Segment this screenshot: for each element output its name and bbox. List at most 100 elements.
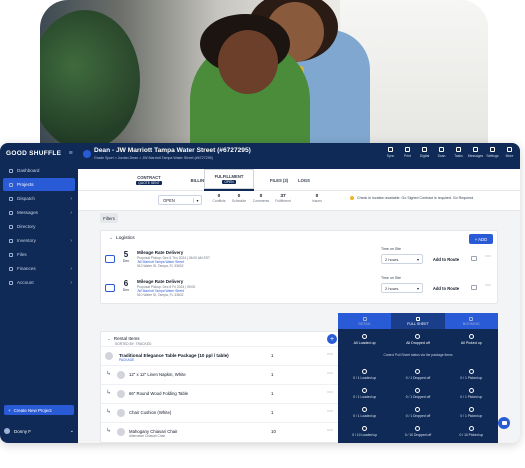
circle-checkbox-icon xyxy=(362,369,368,374)
time-on-site-label: Time on Site xyxy=(381,247,402,251)
toolbar-button[interactable]: Settings xyxy=(486,147,499,158)
status-text: 0 / 1 Loaded up xyxy=(353,395,377,399)
column-toggle[interactable]: All Dropped off xyxy=(391,331,444,347)
sidebar-item[interactable]: Finances › xyxy=(3,262,75,275)
user-menu[interactable]: Donny F ⌄ xyxy=(4,426,74,436)
sidebar-item[interactable]: Inventory › xyxy=(3,234,75,247)
sidebar-item[interactable]: Dashboard xyxy=(3,164,75,177)
project-tab[interactable]: LOGS xyxy=(279,169,329,191)
delivery-details[interactable]: Mileage Rate Delivery Proposal Pickup: De… xyxy=(137,250,210,268)
more-icon[interactable]: ⋯ xyxy=(485,253,491,260)
app-logo[interactable]: GOOD SHUFFLE ≡ xyxy=(0,143,78,163)
time-on-site-select[interactable]: 2 hours ▾ xyxy=(381,254,423,264)
warning-text: Check in location available. Go Signed C… xyxy=(357,196,474,200)
sidebar-item[interactable]: Dispatch › xyxy=(3,192,75,205)
sidebar-item[interactable]: Messages › xyxy=(3,206,75,219)
fulfillment-tab-label: DETAIL xyxy=(358,321,371,326)
toolbar-button[interactable]: Digital xyxy=(418,147,431,158)
column-label: All Dropped off xyxy=(406,340,430,345)
project-status-select[interactable]: OPEN ▾ xyxy=(158,195,202,205)
toolbar-button[interactable]: Scan xyxy=(435,147,448,158)
menu-icon[interactable]: ≡ xyxy=(69,150,73,157)
item-row: ↳ Mahogany Chiavari Chair Alternative Chia… xyxy=(101,422,341,441)
fulfillment-tab[interactable]: DETAIL xyxy=(338,313,392,329)
item-name[interactable]: Mahogany Chiavari Chair Alternative Chiav… xyxy=(129,429,177,438)
status-toggle[interactable]: 0 / 1 Picked up xyxy=(445,403,498,422)
message-icon[interactable] xyxy=(471,256,477,261)
toolbar-button[interactable]: Messages xyxy=(468,147,483,158)
header-toolbar: Sync Print Digital Scan Tasks Messages Setting… xyxy=(384,147,516,158)
item-quantity: 1 xyxy=(271,353,274,358)
sidebar-item[interactable]: Directory xyxy=(3,220,75,233)
toolbar-button[interactable]: Tasks xyxy=(452,147,465,158)
item-row: ↳ Chair Cushion (White) 1 ⋯ xyxy=(101,403,341,422)
item-subtext: PACKAGE xyxy=(119,358,135,362)
metric-label: Comments xyxy=(252,199,270,203)
column-label: All Loaded up xyxy=(353,340,376,345)
date-month: Dec xyxy=(122,259,130,263)
circle-checkbox-icon xyxy=(415,407,421,412)
status-toggle[interactable]: 0 / 1 Dropped off xyxy=(391,384,444,403)
status-toggle[interactable]: 0 / 1 Loaded up xyxy=(338,403,391,422)
project-tab[interactable]: FULFILLMENT OPEN xyxy=(204,169,254,191)
item-name[interactable]: Chair Cushion (White) xyxy=(129,410,171,415)
project-tab[interactable]: CONTRACT QUOTE SENT xyxy=(124,169,174,191)
item-name[interactable]: Traditional Elegance Table Package (10 p… xyxy=(119,353,229,362)
breadcrumb[interactable]: Grade Sport > Jordan Dean > JW Marriott … xyxy=(94,156,213,160)
status-text: 0 / 1 Picked up xyxy=(460,376,483,380)
status-toggle[interactable]: 0 / 1 Dropped off xyxy=(391,403,444,422)
add-item-button[interactable]: + xyxy=(327,334,337,344)
chevron-down-icon[interactable]: ⌄ xyxy=(109,236,113,241)
fulfillment-tab[interactable]: BOOKING xyxy=(444,313,498,329)
toolbar-button[interactable]: More xyxy=(503,147,516,158)
filters-button[interactable]: Filters xyxy=(100,213,118,223)
status-toggle[interactable]: 0 / 10 Picked up xyxy=(445,422,498,441)
project-tabs: CONTRACT QUOTE SENT BILLING FULFILLMENT OPEN… xyxy=(78,169,520,191)
status-toggle[interactable]: 0 / 1 Dropped off xyxy=(391,365,444,384)
more-icon[interactable]: ⋯ xyxy=(327,351,333,358)
delivery-details[interactable]: Mileage Rate Delivery Proposal Pickup: De… xyxy=(137,279,195,297)
item-quantity: 1 xyxy=(271,410,274,415)
status-toggle[interactable]: 0 / 1 Loaded up xyxy=(338,365,391,384)
item-name-text: Chair Cushion (White) xyxy=(129,410,172,415)
more-icon[interactable]: ⋯ xyxy=(485,282,491,289)
toolbar-button[interactable]: Sync xyxy=(384,147,397,158)
status-toggle[interactable]: 0 / 10 Dropped off xyxy=(391,422,444,441)
chat-icon[interactable] xyxy=(498,417,510,429)
add-to-route-button[interactable]: Add to Route xyxy=(431,254,461,264)
item-quantity: 1 xyxy=(271,372,274,377)
more-icon[interactable]: ⋯ xyxy=(327,408,333,415)
more-icon[interactable]: ⋯ xyxy=(327,389,333,396)
item-name[interactable]: 12" x 12" Linen Napkin, White xyxy=(129,372,186,377)
status-bar: OPEN ▾ 0 Conflicts 0 Schedule 0 Comments 37 Ful… xyxy=(78,191,520,211)
chevron-down-icon: ▾ xyxy=(193,197,201,203)
status-toggle[interactable]: 0 / 10 Loaded up xyxy=(338,422,391,441)
date-day: 6 xyxy=(123,279,129,288)
column-toggle[interactable]: All Picked up xyxy=(445,331,498,347)
item-name[interactable]: 66" Round Wood Folding Table xyxy=(129,391,188,396)
sidebar-item[interactable]: Account › xyxy=(3,276,75,289)
item-quantity: 10 xyxy=(271,429,276,434)
status-toggle[interactable]: 0 / 1 Picked up xyxy=(445,365,498,384)
more-icon[interactable]: ⋯ xyxy=(327,370,333,377)
tab-label: LOGS xyxy=(298,177,310,183)
fulfillment-tab[interactable]: FULL SHEET xyxy=(391,313,445,329)
metric-label: Schedule xyxy=(231,199,247,203)
chevron-down-icon[interactable]: ⌄ xyxy=(107,336,111,341)
metric-label: Fulfillment xyxy=(275,199,291,203)
status-toggle[interactable]: 0 / 1 Loaded up xyxy=(338,384,391,403)
sidebar-item[interactable]: Projects xyxy=(3,178,75,191)
message-icon[interactable] xyxy=(471,285,477,290)
status-toggle[interactable]: 0 / 1 Picked up xyxy=(445,384,498,403)
time-on-site-select[interactable]: 2 hours ▾ xyxy=(381,283,423,293)
create-project-button[interactable]: + Create New Project xyxy=(4,405,74,415)
column-toggle[interactable]: All Loaded up xyxy=(338,331,391,347)
sidebar-item[interactable]: Files xyxy=(3,248,75,261)
add-logistics-button[interactable]: + ADD xyxy=(469,234,493,244)
fulfillment-tab-label: BOOKING xyxy=(462,321,480,326)
toolbar-button[interactable]: Print xyxy=(401,147,414,158)
sidebar-item-label: Projects xyxy=(17,182,34,187)
more-icon[interactable]: ⋯ xyxy=(327,427,333,434)
circle-checkbox-icon xyxy=(415,426,421,431)
add-to-route-button[interactable]: Add to Route xyxy=(431,283,461,293)
